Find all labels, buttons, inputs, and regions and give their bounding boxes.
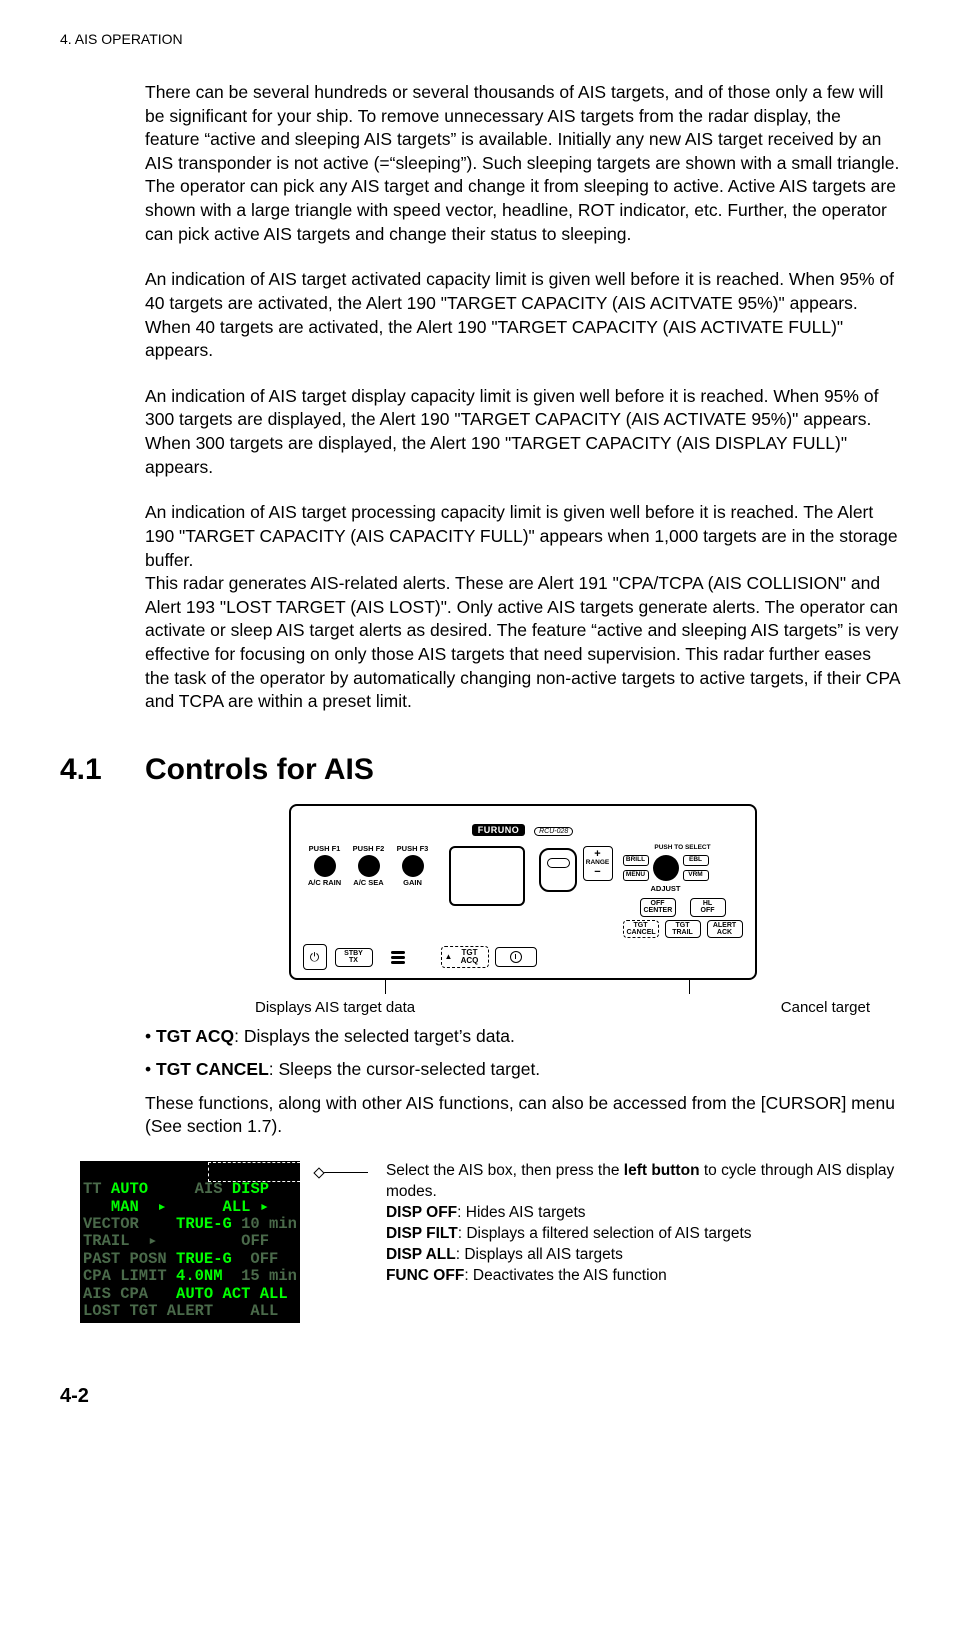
- knob-f2: [358, 855, 380, 877]
- ais-box-description: Select the AIS box, then press the left …: [386, 1161, 900, 1287]
- callout-leader: [318, 1172, 368, 1173]
- paragraph-4: An indication of AIS target processing c…: [145, 501, 900, 714]
- adjust-knob: [653, 855, 679, 881]
- cursor-circle-key: [495, 947, 537, 967]
- range-rocker: + RANGE −: [583, 846, 613, 881]
- vrm-key: VRM: [683, 870, 709, 881]
- indicator-leds: [391, 949, 405, 966]
- power-button: ⏻: [303, 944, 327, 970]
- section-number: 4.1: [60, 750, 145, 791]
- brill-key: BRILL: [623, 855, 649, 866]
- bullet-tgt-acq: TGT ACQ: Displays the selected target’s …: [145, 1025, 900, 1049]
- hl-off-key: HL OFF: [690, 898, 726, 917]
- control-panel-figure: FURUNO RCU-028 PUSH F1 A/C RAIN PUSH F2 …: [289, 804, 757, 980]
- ebl-key: EBL: [683, 855, 709, 866]
- section-title: Controls for AIS: [145, 750, 374, 791]
- knob1-top: PUSH F1: [309, 844, 341, 854]
- off-center-key: OFF CENTER: [640, 898, 676, 917]
- page-number: 4-2: [60, 1383, 900, 1410]
- model-label: RCU-028: [534, 827, 573, 836]
- tgt-acq-key: ▲TGT ACQ: [441, 946, 489, 968]
- bullet-tgt-cancel: TGT CANCEL: Sleeps the cursor-selected t…: [145, 1058, 900, 1082]
- knob-f3: [402, 855, 424, 877]
- selection-highlight: [208, 1162, 310, 1182]
- panel-display: [449, 846, 525, 906]
- knob2-top: PUSH F2: [353, 844, 385, 854]
- caption-left: Displays AIS target data: [255, 998, 415, 1018]
- knob1-bot: A/C RAIN: [308, 878, 341, 888]
- paragraph-1: There can be several hundreds or several…: [145, 81, 900, 246]
- alert-ack-key: ALERT ACK: [707, 920, 743, 939]
- push-to-select-label: PUSH TO SELECT: [623, 844, 743, 853]
- stby-tx-key: STBY TX: [335, 948, 373, 967]
- caption-right: Cancel target: [781, 998, 870, 1018]
- menu-key: MENU: [623, 870, 649, 881]
- ais-status-box: TT AUTO AIS DISP MAN ▸ ALL ▸ VECTOR TRUE…: [80, 1161, 300, 1323]
- brand-logo: FURUNO: [472, 824, 526, 836]
- knob3-bot: GAIN: [403, 878, 422, 888]
- running-header: 4. AIS OPERATION: [60, 30, 900, 49]
- trackpad: [539, 848, 577, 892]
- tgt-cancel-key: TGT CANCEL: [623, 920, 659, 939]
- knob3-top: PUSH F3: [397, 844, 429, 854]
- paragraph-3: An indication of AIS target display capa…: [145, 385, 900, 480]
- adjust-label: ADJUST: [651, 884, 681, 894]
- knob2-bot: A/C SEA: [353, 878, 383, 888]
- knob-f1: [314, 855, 336, 877]
- paragraph-2: An indication of AIS target activated ca…: [145, 268, 900, 363]
- tgt-trail-key: TGT TRAIL: [665, 920, 701, 939]
- after-bullets: These functions, along with other AIS fu…: [145, 1092, 900, 1139]
